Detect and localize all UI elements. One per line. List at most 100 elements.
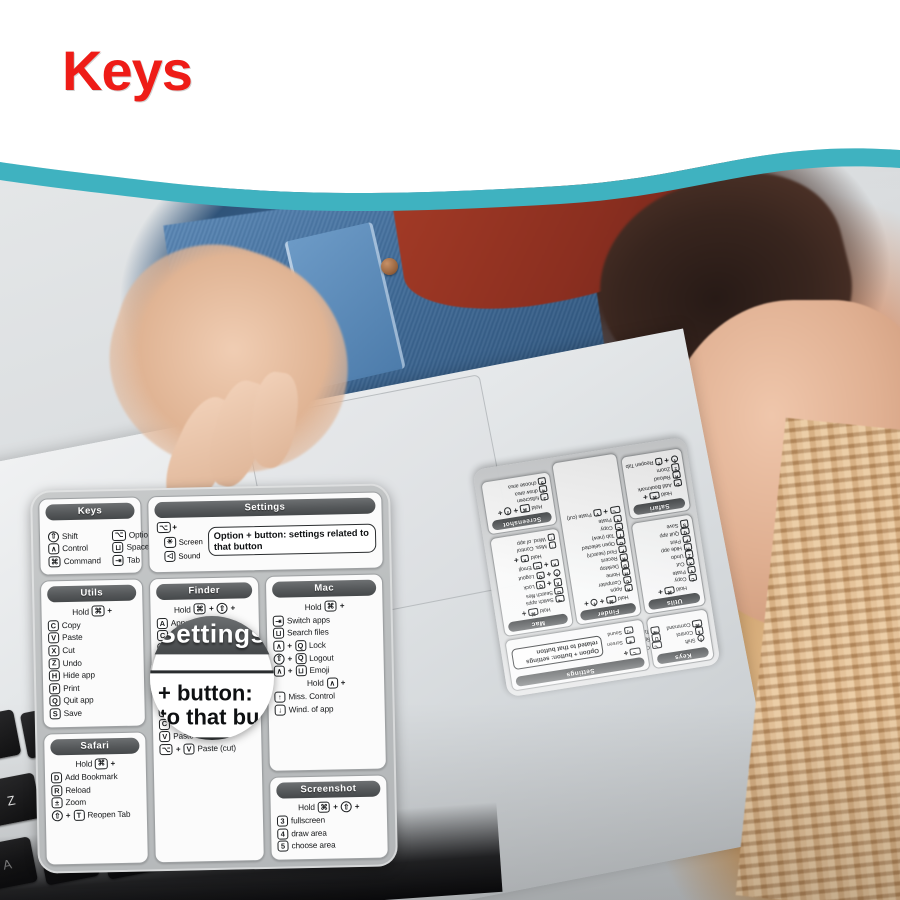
plus-sign: +: [339, 601, 345, 611]
list-item-label: Apps: [610, 585, 623, 594]
key-3-icon: 3: [276, 815, 289, 827]
key-v-icon: V: [592, 508, 603, 518]
list-item-label: Copy: [600, 524, 614, 533]
command-icon: ⌘: [95, 757, 108, 770]
key-4-icon: 4: [277, 828, 289, 840]
plus-sign: +: [287, 654, 293, 664]
key-t-icon: T: [654, 457, 663, 466]
list-item-label: Save: [63, 708, 83, 719]
volume-icon: ◁: [164, 550, 176, 562]
list-item-label: Reload: [65, 785, 91, 795]
plus-sign: +: [546, 569, 552, 579]
list-item: CCopy: [47, 618, 137, 632]
list-item: ∧ + ⊔ Emoji: [273, 664, 378, 677]
list-item-label: Emoji: [518, 563, 533, 572]
space-icon: ⊔: [651, 633, 662, 642]
key-q-icon: Q: [295, 652, 307, 664]
arrow-down-icon: ↓: [274, 704, 286, 716]
list-item-label: Emoji: [309, 665, 330, 676]
control-icon: ∧: [519, 554, 530, 563]
space-icon: ⊔: [295, 665, 307, 677]
utils-card: Utils Hold ⌘ + C Copy V Paste X Cut Z Undo H Hi…: [39, 578, 146, 729]
plus-sign: +: [208, 604, 214, 614]
list-item: ⇧ + Q Logout: [273, 651, 377, 665]
hold-hint: Hold ⌘ + ⇧ +: [277, 800, 381, 813]
list-item: ⇥ Switch apps: [272, 613, 377, 627]
product-image-canvas: ⌘ cmd ⌥ ctrl fn X Z . ⇧ S A ; ⏎ W Q Keys: [0, 0, 900, 900]
option-icon: ⌥: [651, 640, 663, 650]
magnifier-content: Settings Option + button: related to tha…: [150, 616, 274, 740]
keys-card-title: Keys: [45, 502, 135, 521]
list-item: ↓ Wind. of app: [274, 702, 379, 716]
key-s-icon: S: [49, 708, 61, 720]
space-icon: ⊔: [532, 561, 543, 571]
list-item-label: Cut: [675, 560, 685, 568]
shift-icon: ⇧: [51, 810, 63, 822]
list-item-label: Paste: [671, 567, 687, 576]
tab-icon: ⇥: [650, 625, 661, 635]
magnifier-lens: Settings Option + button: related to tha…: [150, 616, 274, 740]
key-h-icon: H: [683, 542, 693, 551]
option-icon: ⌥: [609, 505, 621, 515]
plus-sign: +: [110, 758, 116, 768]
list-item-label: draw area: [291, 828, 327, 839]
plus-sign: +: [340, 678, 346, 688]
hold-label: Hold: [660, 489, 673, 498]
list-item-label: Print: [63, 683, 80, 694]
plus-sign: +: [287, 641, 293, 651]
list-item-label: Print: [669, 537, 682, 545]
utils-card-title: Utils: [47, 584, 137, 603]
brightness-icon: ☀: [164, 536, 176, 548]
tab-icon: ⇥: [272, 615, 285, 627]
command-icon: ⌘: [193, 603, 207, 615]
plus-sign: +: [65, 810, 71, 821]
option-icon: ⌥: [112, 529, 126, 541]
key-c-icon: C: [614, 522, 624, 531]
list-item: ⊔ Search files: [272, 626, 377, 640]
key-4-icon: 4: [539, 484, 548, 494]
key-a-icon: A: [623, 583, 634, 592]
list-item-label: Logout: [518, 573, 535, 582]
plus-sign: +: [599, 595, 605, 606]
utils-card-2: Utils Hold ⌘ + C Copy V Paste X Cut Z Undo H Hi…: [630, 513, 707, 615]
hold-label: Hold: [617, 593, 629, 602]
list-item-label: Save: [666, 521, 679, 530]
hold-label: Hold: [306, 678, 324, 689]
plus-sign: +: [230, 603, 236, 614]
list-item-label: Undo: [670, 552, 684, 561]
control-icon: ∧: [694, 626, 704, 635]
list-item-label: Quit app: [63, 695, 94, 706]
list-item: Q Quit app: [49, 694, 138, 707]
key-q-icon: Q: [535, 571, 546, 580]
key-c-icon: C: [47, 620, 59, 632]
list-item: ∧ + Q Lock: [273, 639, 377, 652]
list-item-label: Reopen Tab: [87, 809, 131, 820]
list-item-label: Paste: [598, 516, 613, 525]
command-icon: ⌘: [605, 594, 617, 604]
arrow-up-icon: ↑: [274, 691, 286, 704]
list-item: P Print: [49, 681, 138, 695]
list-item: ↑ Miss. Control: [274, 690, 378, 704]
list-item: VPaste: [48, 631, 137, 644]
list-item: ☀ Screen: [164, 536, 203, 548]
command-icon: ⌘: [324, 600, 337, 613]
command-icon: ⌘: [317, 801, 331, 813]
option-icon: ⌥: [629, 647, 642, 656]
key-q-icon: Q: [535, 580, 546, 590]
plus-sign: +: [497, 507, 504, 518]
control-icon: ∧: [48, 543, 60, 555]
key-d-icon: D: [672, 478, 683, 488]
list-item: Z Undo: [48, 656, 138, 670]
plus-sign: +: [642, 491, 649, 502]
header-banner: [0, 0, 900, 211]
tab-icon: ⇥: [555, 594, 565, 603]
safari-card: Safari Hold ⌘ + D Add Bookmark R Reload ± Zoo…: [43, 731, 149, 866]
list-item-label: Screen: [606, 638, 624, 648]
list-item-label: fullscreen: [290, 815, 326, 826]
list-item: ± Zoom: [51, 796, 140, 809]
settings-card-title: Settings: [154, 497, 376, 519]
mac-card-title: Mac: [271, 579, 377, 599]
list-item-label: Undo: [62, 658, 82, 668]
list-item-label: Shift: [684, 636, 696, 644]
key-v-icon: V: [183, 743, 195, 755]
